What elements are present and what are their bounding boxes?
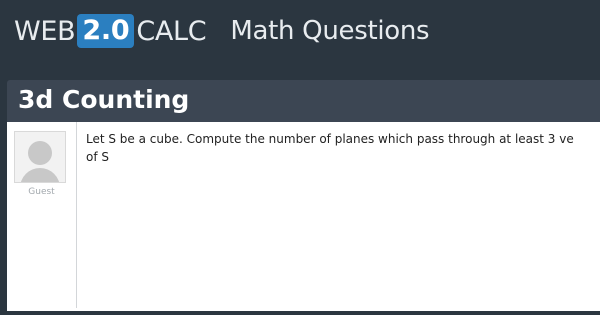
top-bar: WEB 2.0 CALC Math Questions <box>0 0 600 62</box>
user-avatar-icon <box>14 131 66 183</box>
logo-suffix: CALC <box>136 15 207 47</box>
site-tagline[interactable]: Math Questions <box>230 16 429 46</box>
logo-prefix: WEB <box>14 15 76 47</box>
question-body: Let S be a cube. Compute the number of p… <box>86 130 600 166</box>
logo-version-badge: 2.0 <box>77 14 135 48</box>
question-line-2: of S <box>86 150 109 164</box>
page-title: 3d Counting <box>18 85 190 114</box>
avatar-shoulders-shape <box>20 168 60 182</box>
author-column: Guest <box>7 122 77 308</box>
question-post: Guest Let S be a cube. Compute the numbe… <box>7 122 600 311</box>
question-line-1: Let S be a cube. Compute the number of p… <box>86 132 574 146</box>
avatar-head-shape <box>28 141 52 165</box>
author-name: Guest <box>28 187 55 197</box>
question-title-bar: 3d Counting <box>7 80 600 122</box>
site-logo[interactable]: WEB 2.0 CALC Math Questions <box>14 13 430 49</box>
